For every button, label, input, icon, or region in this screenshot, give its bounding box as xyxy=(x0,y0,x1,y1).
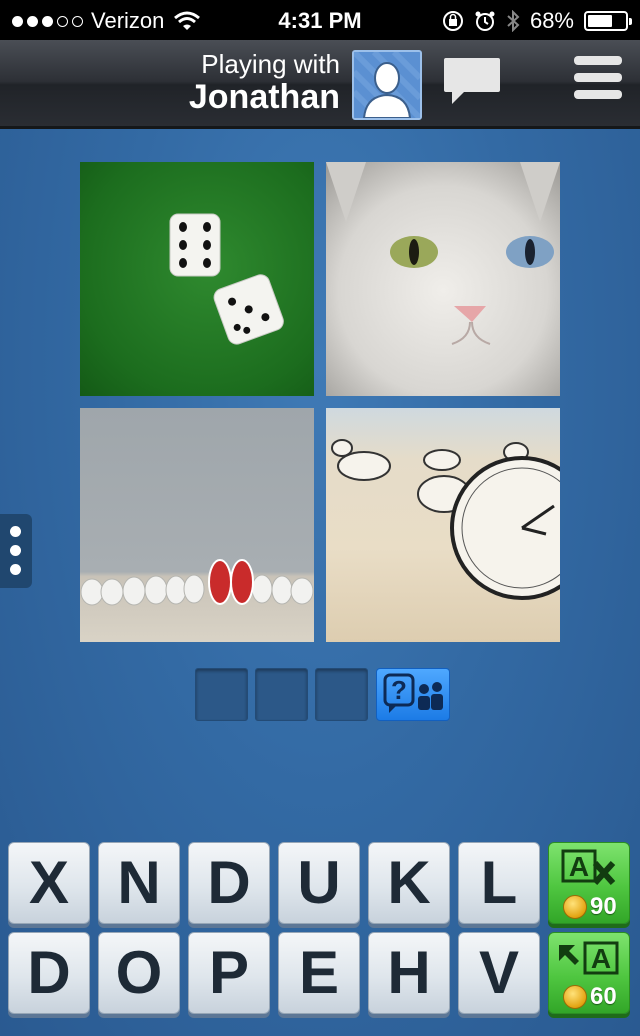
ask-friends-button[interactable]: ? xyxy=(376,668,450,721)
answer-slot[interactable] xyxy=(255,668,308,721)
playing-with-label: Playing with xyxy=(201,49,340,79)
remove-letters-button[interactable]: A 90 xyxy=(548,842,630,924)
opponent-info: Playing with Jonathan xyxy=(189,50,340,116)
reveal-letter-cost-value: 60 xyxy=(590,983,617,1010)
chat-bubble-icon[interactable] xyxy=(442,56,502,108)
bluetooth-icon xyxy=(507,10,520,32)
letter-tile[interactable]: U xyxy=(278,842,360,924)
status-right: 68% xyxy=(442,8,632,34)
letter-tile[interactable]: L xyxy=(458,842,540,924)
side-panel-handle[interactable] xyxy=(0,514,32,588)
letter-tile[interactable]: X xyxy=(8,842,90,924)
battery-icon xyxy=(584,11,632,31)
red-sneakers-among-white-sneakers-image[interactable] xyxy=(80,408,314,642)
reveal-letter-button[interactable]: A 60 xyxy=(548,932,630,1014)
letter-tile[interactable]: P xyxy=(188,932,270,1014)
remove-letters-icon: A xyxy=(561,849,616,886)
person-avatar-icon[interactable] xyxy=(352,50,422,120)
svg-text:A: A xyxy=(569,851,589,882)
coin-icon xyxy=(563,985,587,1009)
game-header: Playing with Jonathan xyxy=(0,40,640,129)
hamburger-menu-icon[interactable] xyxy=(574,56,622,108)
remove-letters-cost-value: 90 xyxy=(590,893,617,920)
dice-on-green-felt-image[interactable] xyxy=(80,162,314,396)
letter-tile[interactable]: V xyxy=(458,932,540,1014)
letter-tile[interactable]: D xyxy=(8,932,90,1014)
remove-letters-cost: 90 xyxy=(563,895,617,919)
alarm-icon xyxy=(475,11,495,31)
letter-tile[interactable]: K xyxy=(368,842,450,924)
letter-tile[interactable]: H xyxy=(368,932,450,1014)
svg-text:?: ? xyxy=(391,675,407,705)
clocks-in-sand-image[interactable] xyxy=(326,408,560,642)
reveal-letter-cost: 60 xyxy=(563,985,617,1009)
battery-percent: 68% xyxy=(529,8,574,33)
status-bar: Verizon 4:31 PM 68% xyxy=(0,0,640,40)
letter-tile[interactable]: O xyxy=(98,932,180,1014)
letter-tile[interactable]: E xyxy=(278,932,360,1014)
letter-tile[interactable]: N xyxy=(98,842,180,924)
rotation-lock-icon xyxy=(442,11,463,31)
answer-slot[interactable] xyxy=(315,668,368,721)
white-cat-odd-eyes-image[interactable] xyxy=(326,162,560,396)
answer-slot[interactable] xyxy=(195,668,248,721)
svg-text:A: A xyxy=(591,943,611,974)
coin-icon xyxy=(563,895,587,919)
opponent-name: Jonathan xyxy=(188,78,340,116)
ask-friends-icon: ? xyxy=(383,673,443,713)
letter-tile[interactable]: D xyxy=(188,842,270,924)
reveal-letter-icon: A xyxy=(559,941,619,975)
